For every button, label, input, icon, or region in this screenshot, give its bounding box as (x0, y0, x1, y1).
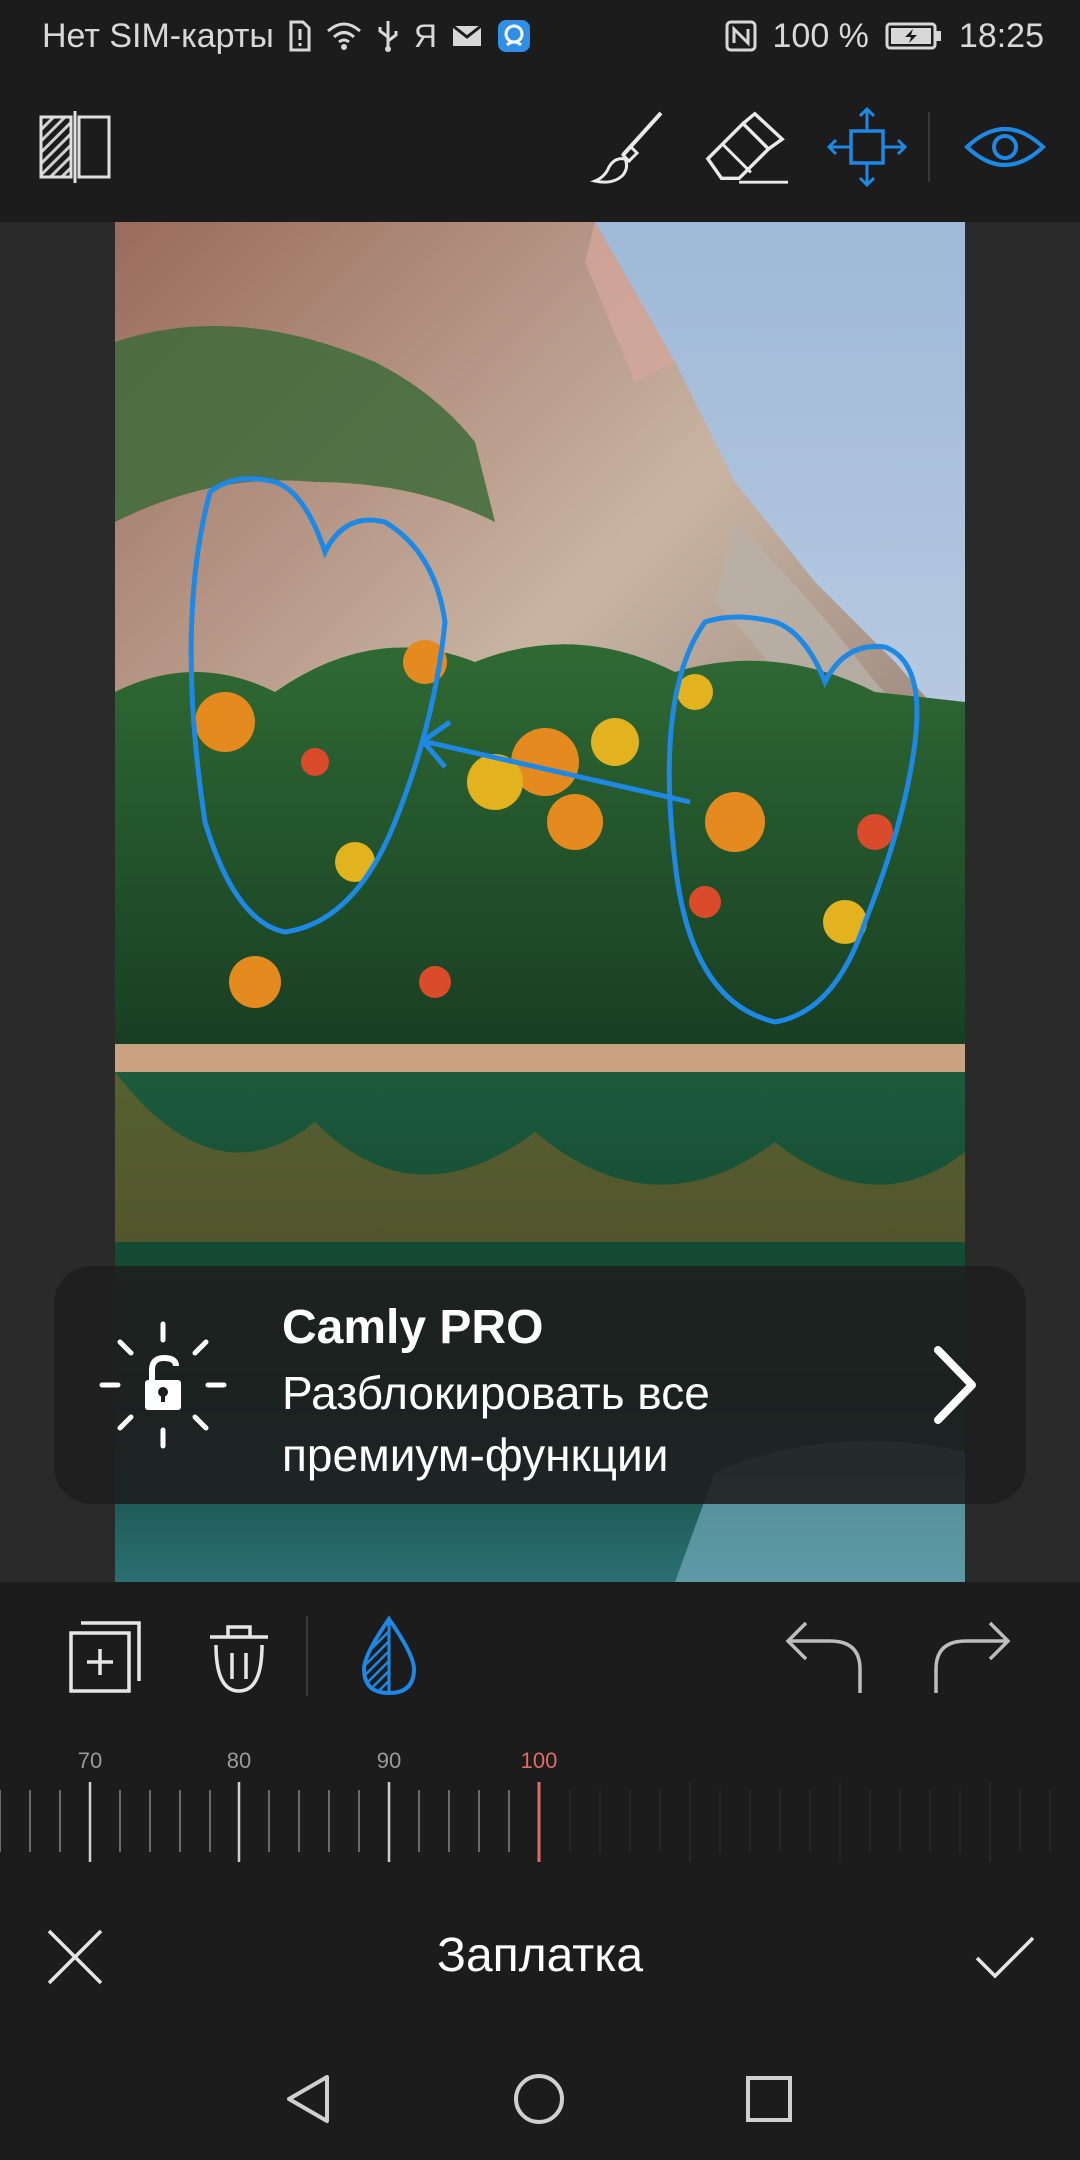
move-icon[interactable] (822, 102, 912, 192)
usb-icon (376, 19, 400, 53)
promo-title: Camly PRO (282, 1301, 544, 1354)
status-right: 100 % 18:25 (725, 14, 1044, 58)
app-notification-icon (497, 19, 531, 53)
eraser-icon[interactable] (700, 102, 790, 192)
promo-text: Разблокировать все премиум-функции (282, 1367, 710, 1481)
tools-divider (306, 1616, 308, 1696)
toolbar-divider (928, 112, 930, 182)
clock: 18:25 (958, 16, 1044, 55)
system-nav-bar (0, 2040, 1080, 2160)
mail-icon (451, 23, 483, 49)
unlock-icon (98, 1320, 228, 1450)
compare-icon[interactable] (30, 102, 120, 192)
top-toolbar (0, 72, 1080, 222)
home-icon[interactable] (494, 2054, 584, 2144)
status-left: Нет SIM-карты Я (42, 14, 531, 58)
opacity-icon[interactable] (344, 1612, 434, 1702)
wifi-icon (326, 21, 362, 51)
back-icon[interactable] (264, 2054, 354, 2144)
nfc-icon (725, 20, 757, 52)
yandex-icon: Я (413, 17, 437, 54)
screen-title: Заплатка (436, 1929, 644, 1982)
chevron-right-icon[interactable] (928, 1344, 984, 1426)
carrier-text: Нет SIM-карты (42, 16, 274, 55)
promo-banner[interactable]: Camly PRO Разблокировать все премиум-фун… (54, 1266, 1026, 1504)
confirm-check-icon[interactable] (960, 1912, 1050, 2002)
sim-alert-icon (288, 20, 312, 52)
redo-icon[interactable] (928, 1612, 1018, 1702)
delete-icon[interactable] (194, 1612, 284, 1702)
brush-icon[interactable] (582, 102, 672, 192)
recents-icon[interactable] (724, 2054, 814, 2144)
add-layer-icon[interactable] (60, 1612, 150, 1702)
battery-icon (885, 21, 943, 51)
opacity-slider[interactable] (0, 1740, 1080, 1870)
undo-icon[interactable] (778, 1612, 868, 1702)
battery-percent: 100 % (772, 16, 869, 55)
eye-icon[interactable] (960, 102, 1050, 192)
